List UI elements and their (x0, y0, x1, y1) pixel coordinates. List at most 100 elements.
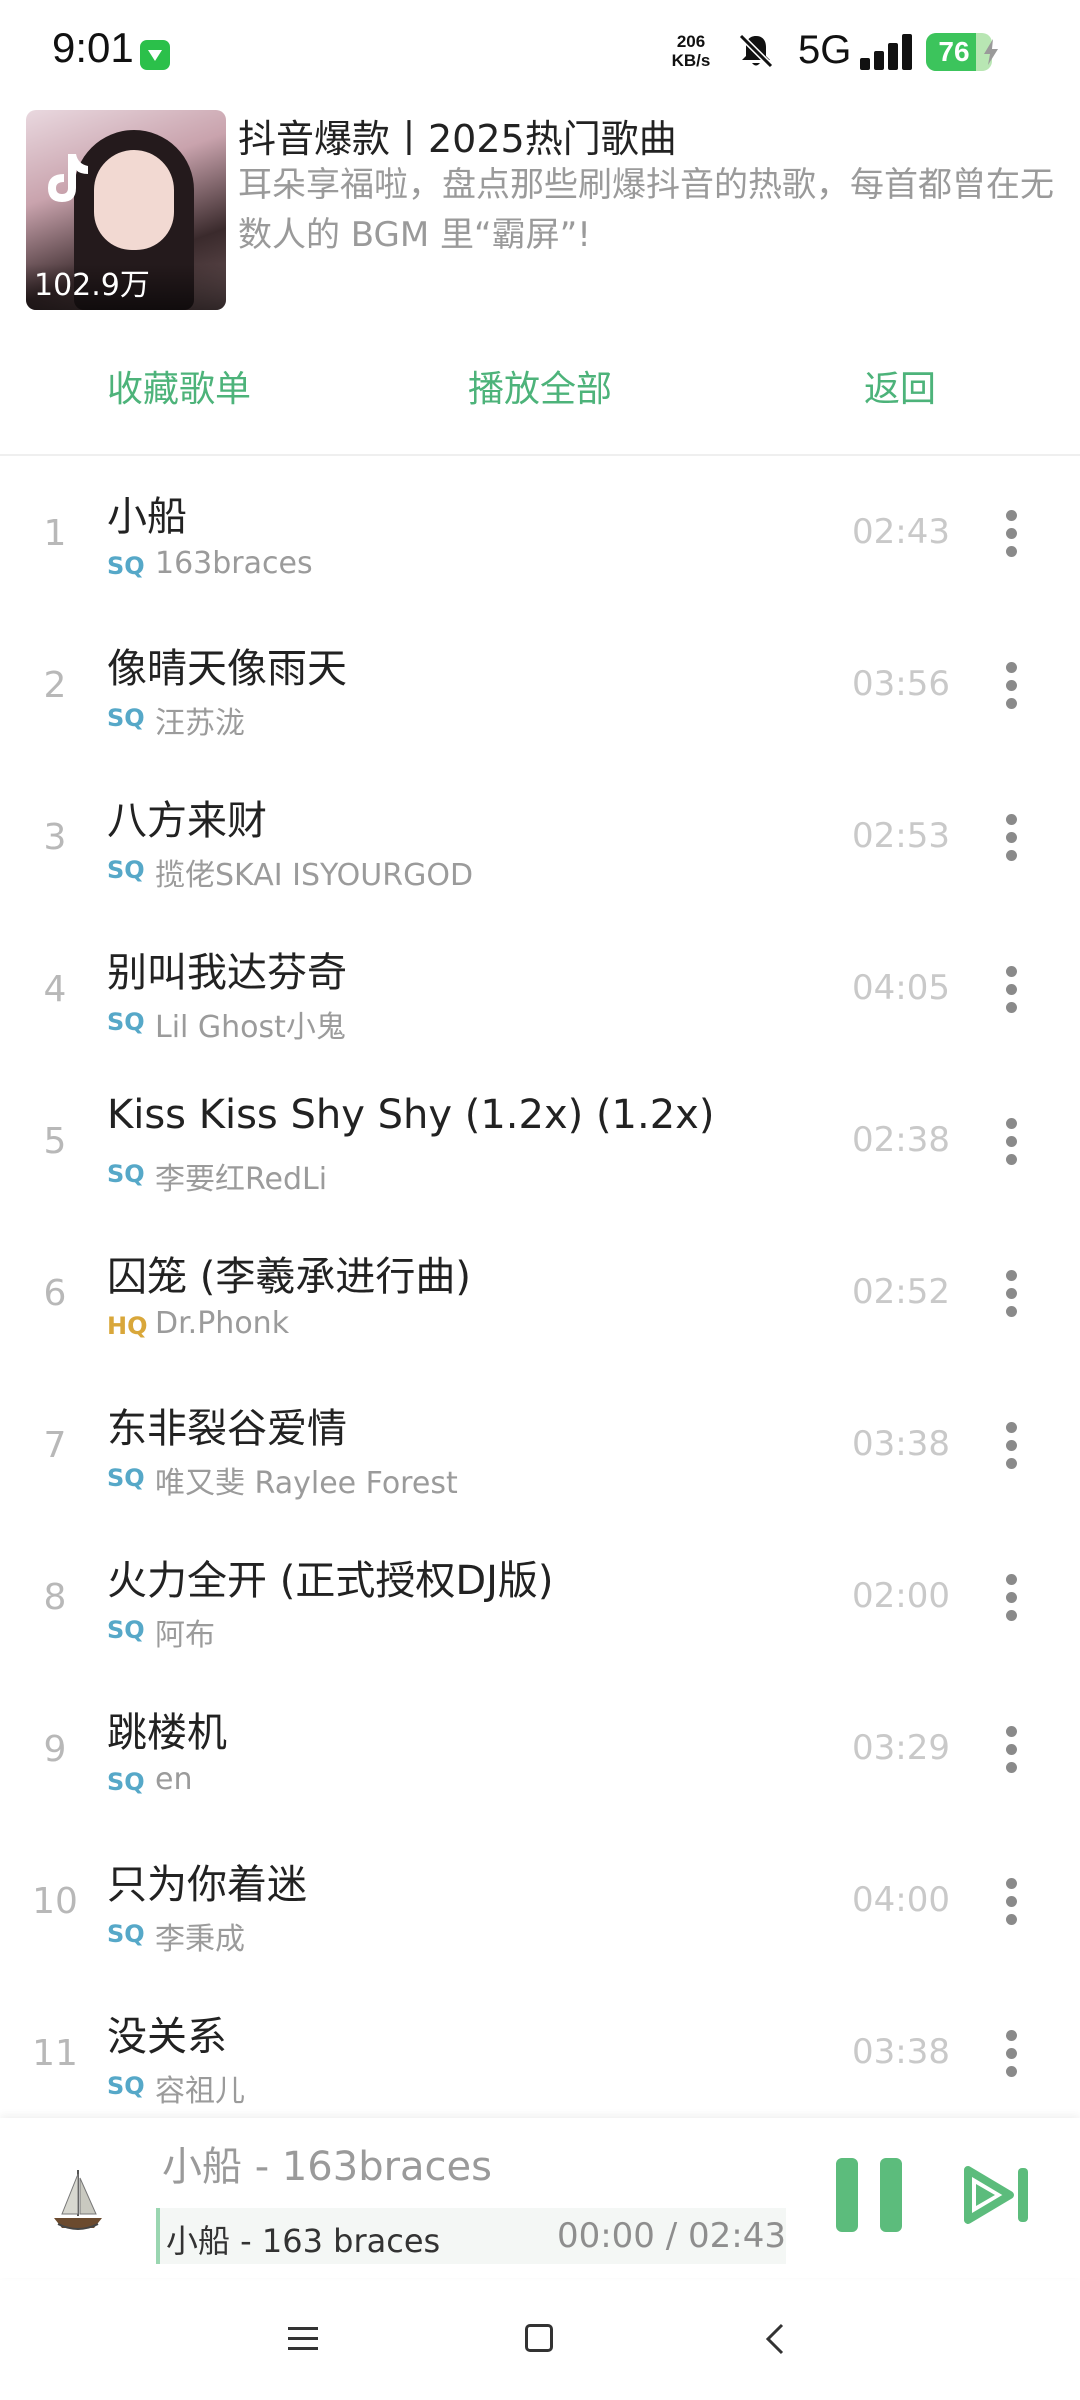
quality-badge: SQ (107, 1768, 145, 1796)
song-title: 没关系 (107, 2014, 227, 2060)
status-bar: 9:01 206 KB/s 5G 76 (0, 0, 1080, 100)
song-artist: 揽佬SKAI ISYOURGOD (155, 858, 474, 893)
quality-badge: SQ (107, 1464, 145, 1492)
play-all-button[interactable]: 播放全部 (468, 360, 612, 412)
song-title: 火力全开 (正式授权DJ版) (107, 1558, 554, 1604)
song-list[interactable]: 1 小船 SQ 163braces 02:43 2 像晴天像雨天 SQ 汪苏泷 03:56 3 八方来… (0, 456, 1080, 2116)
song-row[interactable]: 3 八方来财 SQ 揽佬SKAI ISYOURGOD 02:53 (0, 760, 1080, 915)
back-nav-icon[interactable] (760, 2322, 790, 2356)
charging-bolt-icon (984, 39, 998, 65)
play-count: 102.9万 (34, 268, 150, 303)
song-artist: 李要红RedLi (155, 1162, 328, 1197)
pause-icon (836, 2158, 858, 2232)
recent-apps-icon[interactable] (288, 2326, 318, 2352)
system-nav-bar (0, 2280, 1080, 2400)
song-title: 八方来财 (107, 798, 267, 844)
quality-badge: SQ (107, 704, 145, 732)
playlist-cover[interactable]: 102.9万 (26, 110, 226, 310)
song-number: 11 (32, 2033, 78, 2074)
song-duration: 04:00 (852, 1880, 950, 1920)
network-speed-value: 206 (676, 32, 706, 51)
song-row[interactable]: 7 东非裂谷爱情 SQ 唯又斐 Raylee Forest 03:38 (0, 1368, 1080, 1523)
song-artist: 李秉成 (155, 1922, 245, 1957)
more-options-icon[interactable] (996, 1722, 1028, 1778)
song-title: 只为你着迷 (107, 1862, 307, 1908)
more-options-icon[interactable] (996, 658, 1028, 714)
song-duration: 04:05 (852, 968, 950, 1008)
song-number: 2 (43, 665, 67, 706)
more-options-icon[interactable] (996, 962, 1028, 1018)
more-options-icon[interactable] (996, 1266, 1028, 1322)
song-duration: 02:52 (852, 1272, 950, 1312)
back-button[interactable]: 返回 (864, 360, 936, 412)
song-row[interactable]: 5 Kiss Kiss Shy Shy (1.2x) (1.2x) SQ 李要红Red… (0, 1064, 1080, 1219)
song-artist: 阿布 (155, 1618, 215, 1653)
song-number: 3 (43, 817, 67, 858)
signal-icon (860, 34, 912, 70)
song-title: 像晴天像雨天 (107, 646, 347, 692)
quality-badge: SQ (107, 1920, 145, 1948)
app-badge-icon (140, 40, 170, 70)
song-duration: 02:00 (852, 1576, 950, 1616)
song-number: 7 (43, 1425, 67, 1466)
song-duration: 03:38 (852, 1424, 950, 1464)
quality-badge: SQ (107, 1008, 145, 1036)
song-number: 6 (43, 1273, 67, 1314)
song-title: 别叫我达芬奇 (107, 950, 347, 996)
song-title: 囚笼 (李羲承进行曲) (107, 1254, 471, 1300)
playback-time: 00:00 / 02:43 (556, 2216, 786, 2256)
quality-badge: HQ (107, 1312, 148, 1340)
song-duration: 03:56 (852, 664, 950, 704)
more-options-icon[interactable] (996, 506, 1028, 562)
more-options-icon[interactable] (996, 1570, 1028, 1626)
playlist-description: 耳朵享福啦，盘点那些刷爆抖音的热歌，每首都曾在无数人的 BGM 里“霸屏”! (238, 165, 1054, 255)
song-title: Kiss Kiss Shy Shy (1.2x) (1.2x) (107, 1092, 715, 1138)
battery-level: 76 (938, 36, 970, 67)
pause-button[interactable] (836, 2158, 902, 2232)
song-title: 小船 (107, 494, 187, 540)
song-row[interactable]: 4 别叫我达芬奇 SQ Lil Ghost小鬼 04:05 (0, 912, 1080, 1067)
quality-badge: SQ (107, 2072, 145, 2100)
home-icon[interactable] (525, 2324, 553, 2352)
song-number: 9 (43, 1729, 67, 1770)
song-row[interactable]: 11 没关系 SQ 容祖儿 03:38 (0, 1976, 1080, 2116)
tiktok-logo-icon (48, 154, 88, 202)
quality-badge: SQ (107, 1160, 145, 1188)
song-row[interactable]: 6 囚笼 (李羲承进行曲) HQ Dr.Phonk 02:52 (0, 1216, 1080, 1371)
more-options-icon[interactable] (996, 1114, 1028, 1170)
song-title: 东非裂谷爱情 (107, 1406, 347, 1452)
lyric-progress-bar[interactable]: 小船 - 163 braces 00:00 / 02:43 (156, 2208, 786, 2264)
song-row[interactable]: 10 只为你着迷 SQ 李秉成 04:00 (0, 1824, 1080, 1979)
song-duration: 03:38 (852, 2032, 950, 2072)
song-row[interactable]: 2 像晴天像雨天 SQ 汪苏泷 03:56 (0, 608, 1080, 763)
quality-badge: SQ (107, 552, 145, 580)
quality-badge: SQ (107, 856, 145, 884)
mini-player[interactable]: 小船 - 163braces 小船 - 163 braces 00:00 / 0… (0, 2118, 1080, 2278)
song-row[interactable]: 1 小船 SQ 163braces 02:43 (0, 456, 1080, 611)
more-options-icon[interactable] (996, 810, 1028, 866)
more-options-icon[interactable] (996, 1874, 1028, 1930)
more-options-icon[interactable] (996, 1418, 1028, 1474)
song-row[interactable]: 9 跳楼机 SQ en 03:29 (0, 1672, 1080, 1827)
now-playing-title: 小船 - 163braces (162, 2144, 492, 2190)
song-number: 4 (43, 969, 67, 1010)
network-speed: 206 KB/s (665, 32, 717, 70)
playlist-title: 抖音爆款丨2025热门歌曲 (238, 117, 677, 161)
current-lyric: 小船 - 163 braces (166, 2222, 441, 2260)
status-time: 9:01 (52, 24, 134, 71)
playlist-actions: 收藏歌单 播放全部 返回 (0, 360, 1080, 430)
playback-progress (156, 2208, 160, 2264)
collect-playlist-button[interactable]: 收藏歌单 (107, 360, 251, 412)
song-artist: 唯又斐 Raylee Forest (155, 1466, 458, 1501)
song-number: 8 (43, 1577, 67, 1618)
song-artist: 汪苏泷 (155, 706, 245, 741)
network-speed-unit: KB/s (671, 51, 711, 70)
song-row[interactable]: 8 火力全开 (正式授权DJ版) SQ 阿布 02:00 (0, 1520, 1080, 1675)
song-number: 5 (43, 1121, 67, 1162)
sailboat-album-art-icon[interactable] (40, 2164, 116, 2240)
song-artist: Dr.Phonk (155, 1306, 290, 1341)
battery-indicator: 76 (926, 33, 1002, 71)
more-options-icon[interactable] (996, 2026, 1028, 2082)
song-duration: 03:29 (852, 1728, 950, 1768)
next-track-button[interactable] (962, 2164, 1036, 2226)
